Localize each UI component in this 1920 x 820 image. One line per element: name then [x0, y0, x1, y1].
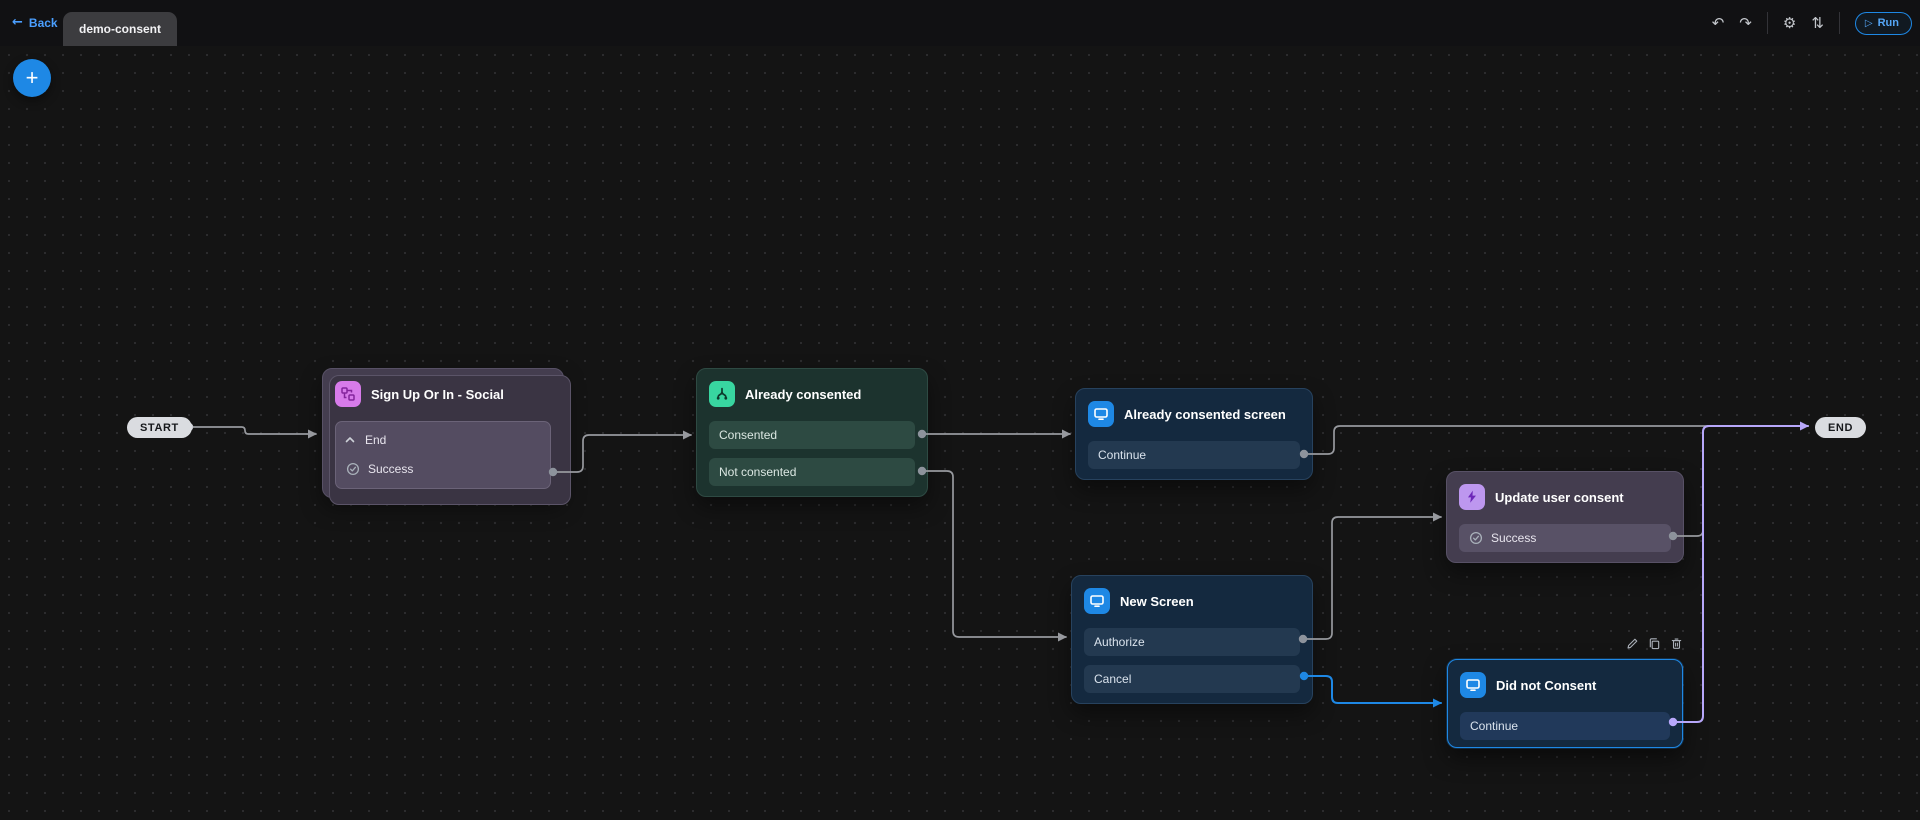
port-authorize[interactable] — [1299, 635, 1307, 643]
top-bar: ← Back demo-consent ↶ ↷ ⚙ ⇅ ▷ Run — [0, 0, 1920, 46]
connector-flow-icon — [335, 381, 361, 407]
output-row-success[interactable]: Success — [344, 455, 542, 483]
port-consented[interactable] — [918, 430, 926, 438]
node-header: Already consented — [709, 381, 915, 407]
screen-icon — [1460, 672, 1486, 698]
node-header: New Screen — [1084, 588, 1300, 614]
flow-tab[interactable]: demo-consent — [63, 12, 177, 46]
branch-icon — [709, 381, 735, 407]
flow-node-did-not-consent[interactable]: Did not Consent Continue — [1447, 659, 1683, 748]
screen-icon — [1088, 401, 1114, 427]
start-node[interactable]: START — [127, 417, 192, 438]
check-circle-icon — [1469, 531, 1483, 545]
output-row-label: Continue — [1470, 719, 1518, 733]
output-row-label: Success — [1491, 531, 1536, 545]
port-screen-continue[interactable] — [1300, 450, 1308, 458]
output-row-not-consented[interactable]: Not consented — [709, 458, 915, 486]
output-row-continue[interactable]: Continue — [1460, 712, 1670, 740]
node-title: Already consented — [745, 387, 861, 402]
action-bolt-icon — [1459, 484, 1485, 510]
node-title: Sign Up Or In - Social — [371, 387, 504, 402]
run-button[interactable]: ▷ Run — [1855, 12, 1912, 35]
output-row-label: Consented — [719, 428, 777, 442]
plus-icon: + — [26, 65, 39, 91]
output-row-label: Continue — [1098, 448, 1146, 462]
duplicate-icon[interactable] — [1648, 637, 1661, 650]
back-button[interactable]: ← Back — [12, 15, 58, 30]
toolbar-divider — [1839, 12, 1840, 34]
node-selection-toolbar — [1626, 637, 1683, 650]
node-title: Update user consent — [1495, 490, 1624, 505]
flow-node-signup-social[interactable]: Sign Up Or In - Social End Success — [322, 368, 564, 498]
flow-tab-label: demo-consent — [79, 22, 161, 36]
flow-node-update-user-consent[interactable]: Update user consent Success — [1446, 471, 1684, 563]
output-row-label: Success — [368, 462, 413, 476]
flow-node-already-consented[interactable]: Already consented Consented Not consented — [696, 368, 928, 497]
edit-pencil-icon[interactable] — [1626, 637, 1639, 650]
run-label: Run — [1878, 17, 1899, 29]
back-arrow-icon: ← — [12, 15, 23, 30]
sort-order-icon[interactable]: ⇅ — [1811, 16, 1824, 31]
topbar-actions: ↶ ↷ ⚙ ⇅ ▷ Run — [1712, 0, 1912, 46]
port-not-consented[interactable] — [918, 467, 926, 475]
back-label: Back — [29, 16, 58, 30]
settings-gear-icon[interactable]: ⚙ — [1783, 16, 1796, 31]
delete-icon[interactable] — [1670, 637, 1683, 650]
output-row-cancel[interactable]: Cancel — [1084, 665, 1300, 693]
screen-icon — [1084, 588, 1110, 614]
output-row-success[interactable]: Success — [1459, 524, 1671, 552]
group-header-end[interactable]: End — [344, 427, 542, 453]
flow-node-new-screen[interactable]: New Screen Authorize Cancel — [1071, 575, 1313, 704]
end-label: END — [1828, 422, 1853, 434]
node-header: Update user consent — [1459, 484, 1671, 510]
output-row-continue[interactable]: Continue — [1088, 441, 1300, 469]
add-node-button[interactable]: + — [13, 59, 51, 97]
port-cancel[interactable] — [1300, 672, 1308, 680]
collapsible-group: End Success — [335, 421, 551, 489]
node-title: Did not Consent — [1496, 678, 1596, 693]
node-header: Did not Consent — [1460, 672, 1670, 698]
node-header: Sign Up Or In - Social — [335, 381, 551, 407]
output-row-label: Cancel — [1094, 672, 1131, 686]
node-title: New Screen — [1120, 594, 1194, 609]
check-circle-icon — [346, 462, 360, 476]
play-icon: ▷ — [1865, 18, 1873, 29]
undo-icon[interactable]: ↶ — [1712, 16, 1725, 31]
output-row-label: Authorize — [1094, 635, 1145, 649]
end-node[interactable]: END — [1815, 417, 1866, 438]
output-row-authorize[interactable]: Authorize — [1084, 628, 1300, 656]
port-signup-success[interactable] — [549, 468, 557, 476]
node-header: Already consented screen — [1088, 401, 1300, 427]
chevron-up-icon — [344, 434, 356, 446]
port-update-success[interactable] — [1669, 532, 1677, 540]
node-title: Already consented screen — [1124, 407, 1286, 422]
toolbar-divider — [1767, 12, 1768, 34]
port-did-not-consent-continue[interactable] — [1669, 718, 1677, 726]
group-label: End — [365, 433, 386, 447]
redo-icon[interactable]: ↷ — [1739, 16, 1752, 31]
start-label: START — [140, 422, 179, 434]
flow-node-already-consented-screen[interactable]: Already consented screen Continue — [1075, 388, 1313, 480]
output-row-consented[interactable]: Consented — [709, 421, 915, 449]
output-row-label: Not consented — [719, 465, 796, 479]
